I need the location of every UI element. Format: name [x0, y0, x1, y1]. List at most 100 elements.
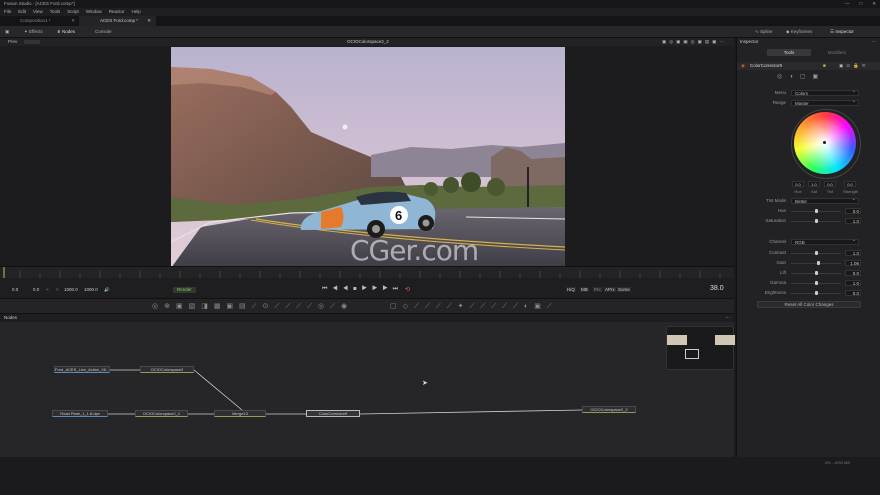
tab-label: ACES Ford.comp * [100, 18, 139, 23]
controls-page-icons[interactable]: ◎◑▢▣ [777, 73, 825, 80]
timeline-ruler[interactable] [0, 266, 734, 279]
menu-tools[interactable]: Tools [50, 8, 61, 16]
hue-slider[interactable] [791, 209, 841, 213]
tab-tools[interactable]: Tools [767, 49, 811, 56]
node-navigator[interactable] [666, 326, 735, 370]
node-color-corrector9[interactable]: ColorCorrector9 [306, 410, 360, 417]
render-button[interactable]: Render [173, 287, 196, 293]
channel-dropdown[interactable]: RGB [791, 238, 859, 245]
lift-slider[interactable] [791, 271, 841, 275]
keyframes-button[interactable]: ◆ Keyframes [786, 28, 812, 36]
prev-label: Prev [8, 39, 18, 44]
global-start-field[interactable]: 0.0 [12, 287, 18, 292]
contrast-slider[interactable] [791, 251, 841, 255]
strength-field[interactable]: 0.0 [844, 181, 856, 187]
maximize-button[interactable]: □ [860, 0, 863, 8]
loop-icon[interactable]: ⟲ [405, 286, 410, 293]
step-back-icon[interactable]: < [46, 287, 49, 292]
hue-slider-knob[interactable] [815, 209, 818, 213]
gain-slider-knob[interactable] [817, 261, 820, 265]
contrast-slider-knob[interactable] [815, 251, 818, 255]
gamma-slider[interactable] [791, 281, 841, 285]
tool-color-icon[interactable]: ■ [823, 62, 826, 70]
hiq-toggle[interactable]: HiQ [566, 287, 576, 292]
gamma-slider-knob[interactable] [815, 281, 818, 285]
brightness-slider[interactable] [791, 291, 841, 295]
tab-aces-ford[interactable]: ACES Ford.comp * ✕ [80, 16, 156, 26]
contrast-value[interactable]: 1.0 [845, 250, 861, 256]
some-toggle[interactable]: Some [617, 287, 631, 292]
brightness-slider-knob[interactable] [815, 291, 818, 295]
audio-icon[interactable]: 🔊 [104, 287, 110, 293]
hue-value[interactable]: 0.0 [845, 208, 861, 214]
close-window-button[interactable]: ✕ [872, 0, 876, 8]
inspector-button[interactable]: ☰ Inspector [830, 28, 854, 36]
node-ocio-colorspace2-2[interactable]: OCIOColorspace2_2 [582, 406, 636, 413]
menu-help[interactable]: Help [132, 8, 141, 16]
playback-buttons[interactable]: ⏮◀◀◼▶▶▶⏭ [322, 286, 403, 293]
effects-button[interactable]: ✦ Effects [24, 28, 43, 36]
prx-toggle[interactable]: Prx [593, 287, 602, 292]
step-forward-icon[interactable]: > [56, 287, 59, 292]
render-end-field[interactable]: 1000.0 [64, 287, 78, 292]
gain-value[interactable]: 1.06 [845, 260, 861, 266]
lift-slider-knob[interactable] [815, 271, 818, 275]
console-button[interactable]: Console [95, 28, 112, 36]
range-row: Range Master [737, 99, 880, 107]
watermark-text: CGer.com [350, 234, 479, 267]
render-start-field[interactable]: 0.0 [33, 287, 39, 292]
gain-slider[interactable] [791, 261, 841, 265]
menu-view[interactable]: View [33, 8, 43, 16]
range-dropdown[interactable]: Master [791, 99, 859, 106]
tool-icons-2[interactable]: ▢◇⟋⟋⟋⟋✦⟋⟋⟋⟋⟋◐▣⟋ [390, 302, 558, 311]
navigator-viewport[interactable] [685, 349, 699, 359]
node-ocio-colorspace2-1[interactable]: OCIOColorspace2_1 [135, 410, 188, 417]
tool-icons[interactable]: ◎⊕▣▧◨▦▣▤⟋⊙⟋⟋⟋⟋◎⟋◉ [152, 302, 353, 311]
tint-field[interactable]: 0.0 [824, 181, 836, 187]
viewer-mode-dropdown[interactable] [24, 40, 40, 44]
node-loader-ford[interactable]: Ford_ACES_Live_Action_06... [54, 366, 110, 373]
tool-header-icons[interactable]: ▣⊙🔒⟲ [839, 62, 868, 70]
range-label: Range [772, 100, 786, 105]
global-end-field[interactable]: 1000.0 [84, 287, 98, 292]
menu-edit[interactable]: Edit [18, 8, 26, 16]
saturation-slider-knob[interactable] [815, 219, 818, 223]
menu-dropdown[interactable]: Colors [791, 89, 859, 96]
tool-header[interactable]: ◉ ColorCorrector9 ■ ▣⊙🔒⟲ [737, 62, 880, 70]
minimize-button[interactable]: — [845, 0, 850, 8]
tab-composition1[interactable]: Composition1 * ✕ [0, 16, 80, 26]
menu-file[interactable]: File [4, 8, 11, 16]
gamma-value[interactable]: 1.0 [845, 280, 861, 286]
window-title-bar: Fusion Studio - [ACES Ford.comp*] — □ ✕ [0, 0, 880, 8]
hue-row: Hue 0.0 [737, 207, 880, 215]
node-merge13[interactable]: Merge13 [214, 410, 266, 417]
panel-toggle-icon[interactable]: ▣ [5, 28, 9, 36]
inspector-options-icon[interactable]: ⋯ [872, 38, 877, 46]
menu-window[interactable]: Window [86, 8, 102, 16]
menu-reactor[interactable]: Reactor [109, 8, 125, 16]
current-frame-field[interactable]: 38.0 [710, 285, 724, 292]
lift-value[interactable]: 0.0 [845, 270, 861, 276]
sat-field[interactable]: 1.0 [808, 181, 820, 187]
node-editor[interactable]: Ford_ACES_Live_Action_06... OCIOColorspa… [0, 322, 734, 457]
node-ocio-colorspace2[interactable]: OCIOColorspace2 [140, 366, 194, 373]
tint-mode-dropdown[interactable]: Better [791, 197, 859, 204]
nodes-button[interactable]: ⋔ Nodes [57, 28, 75, 36]
reset-color-changes-button[interactable]: Reset All Color Changes [757, 301, 861, 308]
aprx-toggle[interactable]: APrx [604, 287, 616, 292]
close-tab-icon[interactable]: ✕ [147, 16, 151, 26]
tab-modifiers[interactable]: Modifiers [815, 49, 859, 56]
menu-script[interactable]: Script [67, 8, 79, 16]
tool-enable-icon[interactable]: ◉ [741, 62, 745, 70]
color-wheel[interactable] [791, 109, 861, 179]
saturation-slider[interactable] [791, 219, 841, 223]
saturation-value[interactable]: 1.0 [845, 218, 861, 224]
close-tab-icon[interactable]: ✕ [71, 16, 75, 26]
hue-field[interactable]: 0.0 [792, 181, 804, 187]
viewer-options-icons[interactable]: ▣◎▣▣◎▣▤▣⋯ [662, 38, 727, 46]
nodes-options-icon[interactable]: ⋯ [726, 314, 731, 322]
brightness-value[interactable]: 0.0 [845, 290, 861, 296]
node-loader-roadplate[interactable]: Road Plate_1_1.8.dpx [52, 410, 108, 417]
spline-button[interactable]: ∿ Spline [755, 28, 773, 36]
mb-toggle[interactable]: MB [580, 287, 589, 292]
